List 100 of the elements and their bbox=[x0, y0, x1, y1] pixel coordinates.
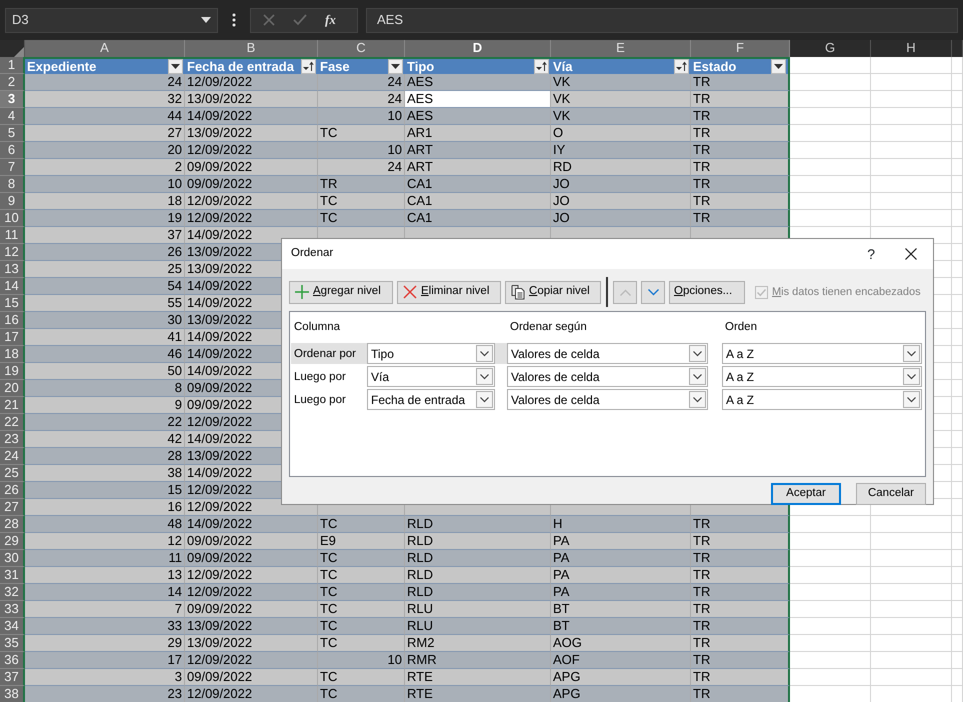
table-cell[interactable]: PA bbox=[551, 567, 691, 584]
table-cell[interactable]: 8 bbox=[25, 380, 185, 397]
table-cell[interactable]: E9 bbox=[318, 533, 405, 550]
table-cell[interactable]: RLD bbox=[405, 567, 551, 584]
table-cell[interactable]: 42 bbox=[25, 431, 185, 448]
table-cell[interactable]: 12/09/2022 bbox=[185, 74, 318, 91]
table-cell[interactable]: RTE bbox=[405, 669, 551, 686]
row-number[interactable]: 37 bbox=[0, 669, 25, 686]
table-cell[interactable]: 13/09/2022 bbox=[185, 635, 318, 652]
table-cell[interactable]: 33 bbox=[25, 618, 185, 635]
row-number[interactable]: 29 bbox=[0, 533, 25, 550]
table-cell[interactable]: 54 bbox=[25, 278, 185, 295]
table-cell[interactable]: 10 bbox=[25, 176, 185, 193]
table-cell[interactable]: 28 bbox=[25, 448, 185, 465]
table-cell[interactable]: APG bbox=[551, 686, 691, 702]
table-cell[interactable]: AOG bbox=[551, 635, 691, 652]
level-label[interactable]: Ordenar por bbox=[291, 343, 367, 364]
row-number[interactable]: 11 bbox=[0, 227, 25, 244]
table-cell[interactable]: RLD bbox=[405, 516, 551, 533]
table-cell[interactable]: 12 bbox=[25, 533, 185, 550]
table-cell[interactable]: TC bbox=[318, 210, 405, 227]
table-cell[interactable]: TR bbox=[691, 142, 790, 159]
row-number[interactable]: 27 bbox=[0, 499, 25, 516]
table-cell[interactable]: 32 bbox=[25, 91, 185, 108]
table-cell[interactable]: 09/09/2022 bbox=[185, 669, 318, 686]
table-cell[interactable]: 12/09/2022 bbox=[185, 686, 318, 702]
table-cell[interactable]: RTE bbox=[405, 686, 551, 702]
table-cell[interactable]: 13/09/2022 bbox=[185, 91, 318, 108]
column-letter[interactable]: G bbox=[790, 40, 871, 57]
row-number[interactable]: 4 bbox=[0, 108, 25, 125]
move-down-button[interactable] bbox=[641, 280, 665, 304]
row-number[interactable]: 3 bbox=[0, 91, 25, 108]
table-cell[interactable]: 7 bbox=[25, 601, 185, 618]
row-number[interactable]: 10 bbox=[0, 210, 25, 227]
table-cell[interactable]: PA bbox=[551, 550, 691, 567]
filter-button[interactable] bbox=[388, 59, 403, 74]
table-cell[interactable]: TR bbox=[691, 618, 790, 635]
table-cell[interactable]: TR bbox=[691, 669, 790, 686]
table-cell[interactable]: 24 bbox=[318, 74, 405, 91]
table-cell[interactable]: 09/09/2022 bbox=[185, 601, 318, 618]
table-cell[interactable]: TR bbox=[691, 108, 790, 125]
table-cell[interactable]: TC bbox=[318, 516, 405, 533]
table-cell[interactable]: 44 bbox=[25, 108, 185, 125]
table-cell[interactable]: TR bbox=[691, 193, 790, 210]
table-cell[interactable]: 25 bbox=[25, 261, 185, 278]
table-cell[interactable]: TR bbox=[691, 601, 790, 618]
help-button[interactable]: ? bbox=[867, 247, 875, 261]
table-cell[interactable]: TR bbox=[691, 584, 790, 601]
table-cell[interactable]: 13 bbox=[25, 567, 185, 584]
column-header[interactable] bbox=[952, 40, 963, 57]
column-dropdown[interactable]: Tipo bbox=[367, 343, 495, 364]
table-cell[interactable]: 12/09/2022 bbox=[185, 584, 318, 601]
table-cell[interactable]: AR1 bbox=[405, 125, 551, 142]
table-cell[interactable]: TC bbox=[318, 584, 405, 601]
table-cell[interactable]: TR bbox=[691, 652, 790, 669]
table-cell[interactable]: TR bbox=[691, 91, 790, 108]
table-cell[interactable]: ART bbox=[405, 142, 551, 159]
accept-button[interactable]: Aceptar bbox=[771, 483, 841, 505]
table-cell[interactable]: TR bbox=[691, 550, 790, 567]
table-cell[interactable]: 09/09/2022 bbox=[185, 159, 318, 176]
table-cell[interactable]: 14/09/2022 bbox=[185, 227, 318, 244]
table-cell[interactable]: AES bbox=[405, 108, 551, 125]
filter-arrow-icon[interactable] bbox=[171, 64, 180, 69]
table-cell[interactable]: 46 bbox=[25, 346, 185, 363]
table-cell[interactable]: 13/09/2022 bbox=[185, 125, 318, 142]
table-cell[interactable]: 22 bbox=[25, 414, 185, 431]
table-cell[interactable]: 37 bbox=[25, 227, 185, 244]
table-cell[interactable]: PA bbox=[551, 533, 691, 550]
row-number[interactable]: 30 bbox=[0, 550, 25, 567]
table-cell[interactable]: TR bbox=[691, 125, 790, 142]
row-number[interactable]: 2 bbox=[0, 74, 25, 91]
order-dropdown[interactable]: A a Z bbox=[722, 366, 922, 388]
table-cell[interactable]: TR bbox=[691, 210, 790, 227]
table-cell[interactable]: TC bbox=[318, 669, 405, 686]
sort-on-dropdown[interactable]: Valores de celda bbox=[507, 389, 708, 410]
filter-button[interactable] bbox=[168, 59, 183, 74]
table-cell[interactable]: 41 bbox=[25, 329, 185, 346]
row-number[interactable]: 28 bbox=[0, 516, 25, 533]
table-cell[interactable]: 23 bbox=[25, 686, 185, 702]
options-button[interactable]: Opciones... bbox=[669, 280, 745, 304]
formula-field[interactable]: AES bbox=[366, 8, 958, 32]
cancel-icon[interactable] bbox=[263, 14, 275, 26]
table-cell[interactable]: 12/09/2022 bbox=[185, 652, 318, 669]
table-cell[interactable]: AOF bbox=[551, 652, 691, 669]
row-number[interactable]: 32 bbox=[0, 584, 25, 601]
enter-icon[interactable] bbox=[293, 14, 307, 26]
row-number[interactable]: 6 bbox=[0, 142, 25, 159]
table-cell[interactable]: ART bbox=[405, 159, 551, 176]
table-cell[interactable]: 55 bbox=[25, 295, 185, 312]
delete-level-button[interactable]: Eliminar nivel bbox=[397, 280, 501, 304]
table-cell[interactable]: 9 bbox=[25, 397, 185, 414]
column-letter[interactable]: E bbox=[551, 40, 691, 57]
order-dropdown[interactable]: A a Z bbox=[722, 389, 922, 410]
table-cell[interactable]: CA1 bbox=[405, 176, 551, 193]
table-cell[interactable]: 18 bbox=[25, 193, 185, 210]
table-cell[interactable]: CA1 bbox=[405, 193, 551, 210]
table-cell[interactable]: CA1 bbox=[405, 210, 551, 227]
table-cell[interactable]: RLU bbox=[405, 618, 551, 635]
table-cell[interactable]: RLD bbox=[405, 533, 551, 550]
table-cell[interactable]: VK bbox=[551, 74, 691, 91]
